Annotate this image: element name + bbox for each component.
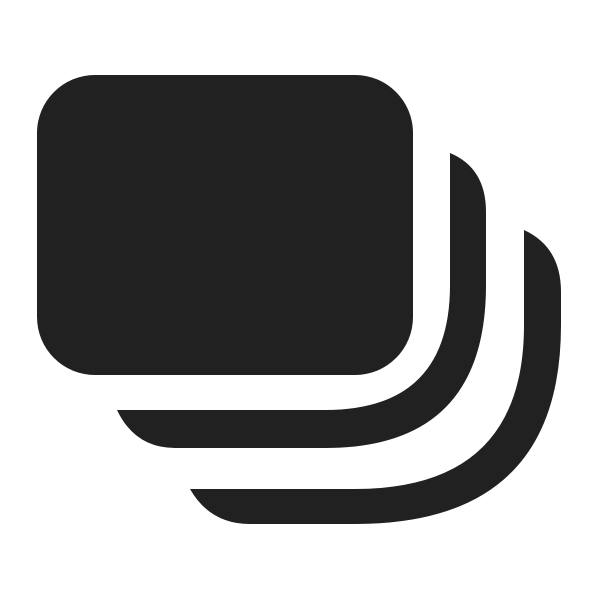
front-card-icon xyxy=(37,75,413,375)
stacked-cards-icon xyxy=(37,75,561,524)
icon-canvas xyxy=(0,0,600,600)
